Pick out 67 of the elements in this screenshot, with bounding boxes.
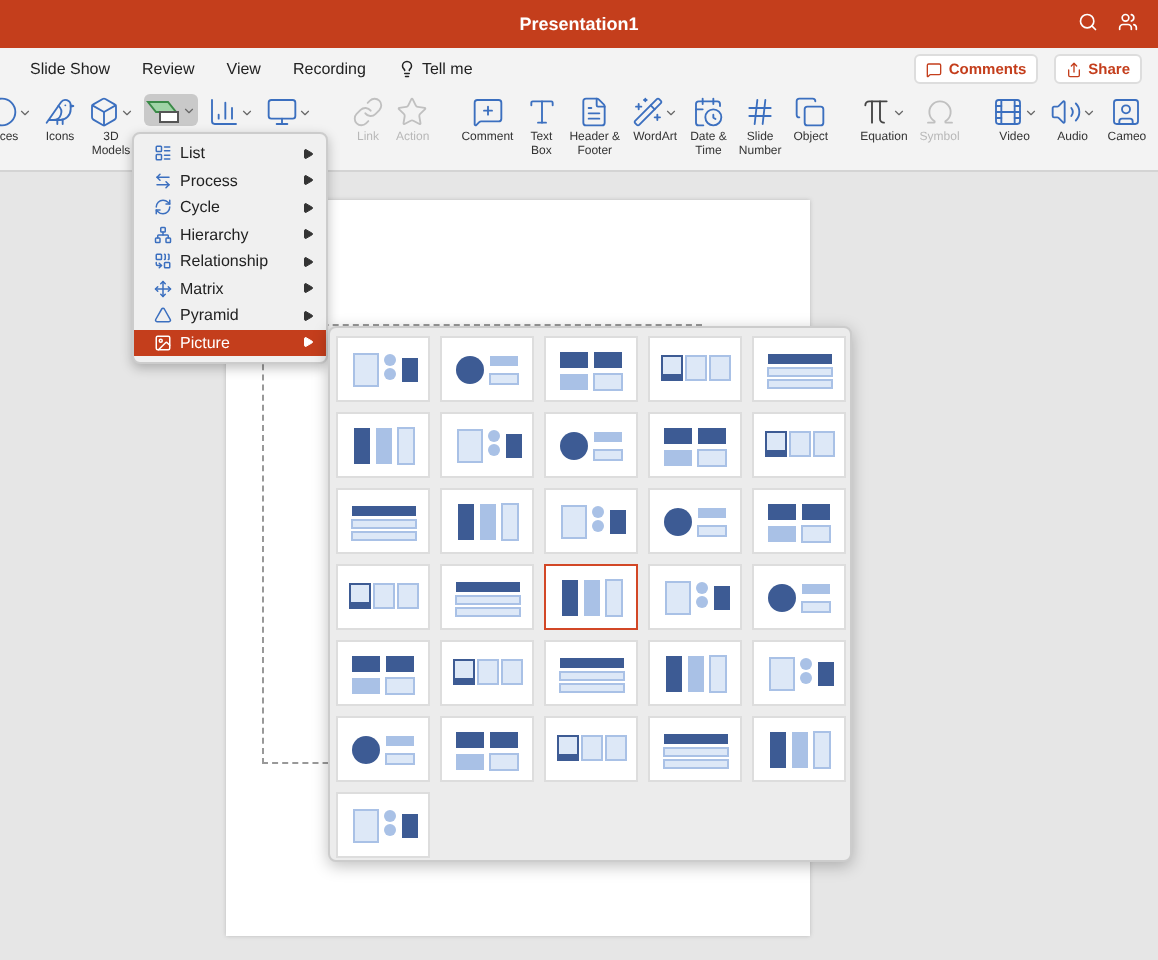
- submenu-arrow-icon: [302, 201, 314, 214]
- comment-icon: [471, 96, 504, 128]
- window-title: Presentation1: [519, 14, 639, 34]
- wand-icon: [632, 96, 665, 128]
- tell-me-tab[interactable]: Tell me: [397, 59, 473, 77]
- menu-item-label: Process: [180, 171, 240, 190]
- lightbulb-icon: [397, 59, 416, 77]
- omega-icon: [923, 96, 956, 128]
- menu-item[interactable]: Relationship: [134, 248, 326, 275]
- submenu-arrow-icon: [302, 228, 314, 241]
- monitor-icon: [266, 96, 298, 128]
- menu-tab[interactable]: Slide Show: [30, 59, 111, 77]
- list-icon: [154, 144, 172, 163]
- menu-item-label: Hierarchy: [180, 225, 251, 244]
- search-icon[interactable]: [1078, 12, 1098, 32]
- cube-icon: [88, 96, 120, 128]
- menu-tab[interactable]: Recording: [292, 59, 366, 77]
- copy-icon: [794, 96, 827, 128]
- menu-item[interactable]: Cycle: [134, 194, 326, 221]
- menu-item-label: List: [180, 144, 207, 163]
- menu-item-label: Pyramid: [180, 306, 241, 325]
- hierarchy-icon: [154, 225, 172, 244]
- pi-icon: [860, 96, 893, 128]
- user-icon: [1110, 96, 1143, 128]
- share-icon: [1066, 61, 1083, 77]
- submenu-arrow-icon: [302, 282, 314, 295]
- menu-item[interactable]: Hierarchy: [134, 221, 326, 248]
- hash-icon: [744, 96, 777, 128]
- tell-me-label: Tell me: [421, 59, 473, 77]
- overlap-icon: [154, 252, 172, 271]
- menu-item[interactable]: Matrix: [134, 275, 326, 302]
- menu-item-label: Relationship: [180, 252, 271, 271]
- document-icon: [578, 96, 611, 128]
- link-icon: [352, 96, 384, 128]
- submenu-arrow-icon: [302, 147, 314, 160]
- image-icon: [154, 333, 172, 352]
- menu-item-label: Cycle: [180, 198, 223, 217]
- menu-item[interactable]: Pyramid: [134, 302, 326, 329]
- submenu-arrow-icon: [302, 336, 314, 349]
- arrows-icon: [154, 171, 172, 190]
- cycle-icon: [154, 198, 172, 217]
- move-icon: [154, 279, 172, 298]
- speaker-icon: [1049, 96, 1082, 128]
- submenu-arrow-icon: [302, 255, 314, 268]
- triangle-icon: [154, 306, 172, 325]
- menu-tab[interactable]: Review: [142, 59, 195, 77]
- menu-item[interactable]: List: [134, 140, 326, 167]
- menu-item-label: Picture: [180, 333, 232, 352]
- ribbon-button[interactable]: [264, 94, 314, 130]
- layout-thumbnail[interactable]: [544, 564, 638, 630]
- submenu-arrow-icon: [302, 174, 314, 187]
- people-icon[interactable]: [1118, 12, 1138, 32]
- smartart-icon: [146, 96, 182, 124]
- ribbon-button[interactable]: [206, 94, 256, 130]
- bird-icon: [44, 96, 76, 128]
- menu-item[interactable]: Picture: [134, 329, 326, 356]
- ribbon-button[interactable]: [144, 94, 198, 126]
- calendar-icon: [692, 96, 725, 128]
- submenu-arrow-icon: [302, 309, 314, 322]
- menu-item-label: Matrix: [180, 279, 226, 298]
- text-icon: [525, 96, 558, 128]
- menu-tab[interactable]: View: [226, 59, 261, 77]
- bar-chart-icon: [208, 96, 240, 128]
- star-icon: [396, 96, 429, 128]
- film-icon: [991, 96, 1024, 128]
- comment-icon: [926, 61, 943, 77]
- menu-item[interactable]: Process: [134, 167, 326, 194]
